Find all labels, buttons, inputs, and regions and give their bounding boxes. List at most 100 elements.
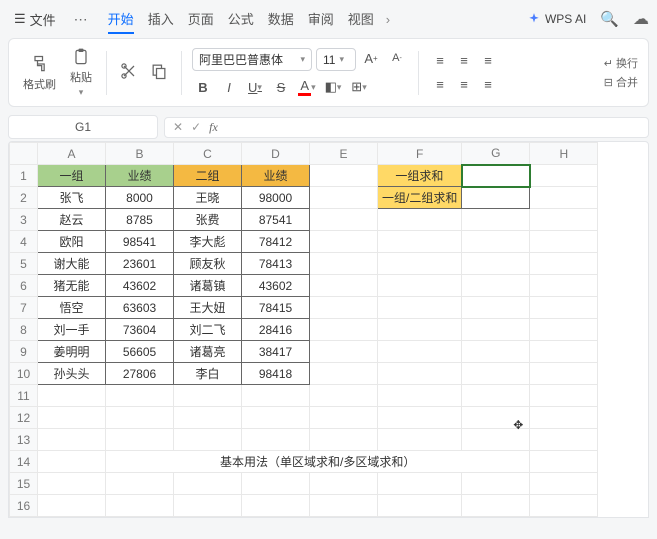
cell[interactable] (378, 253, 462, 275)
cell[interactable]: 二组 (174, 165, 242, 187)
cell[interactable]: 顾友秋 (174, 253, 242, 275)
cell[interactable]: 姜明明 (38, 341, 106, 363)
cell[interactable] (310, 165, 378, 187)
cell[interactable] (530, 231, 598, 253)
tab-review[interactable]: 审阅 (308, 5, 334, 34)
cell[interactable]: 63603 (106, 297, 174, 319)
cell[interactable] (462, 209, 530, 231)
cell[interactable]: 王大妞 (174, 297, 242, 319)
cell[interactable] (174, 429, 242, 451)
decrease-font-button[interactable]: A- (386, 48, 408, 68)
copy-button[interactable] (147, 59, 171, 86)
cell[interactable] (310, 341, 378, 363)
fill-color-button[interactable]: ◧▾ (322, 77, 344, 97)
cell[interactable] (462, 385, 530, 407)
cell[interactable]: 欧阳 (38, 231, 106, 253)
row-header[interactable]: 10 (10, 363, 38, 385)
cell[interactable]: 43602 (242, 275, 310, 297)
row-header[interactable]: 9 (10, 341, 38, 363)
cloud-icon[interactable]: ☁ (633, 9, 649, 29)
confirm-icon[interactable]: ✓ (191, 120, 201, 134)
align-left-button[interactable]: ≡ (429, 75, 451, 95)
cell[interactable] (174, 385, 242, 407)
cell[interactable]: 8785 (106, 209, 174, 231)
cell[interactable]: 李大彪 (174, 231, 242, 253)
font-size-select[interactable]: 11 ▾ (316, 48, 356, 71)
cell[interactable] (530, 363, 598, 385)
cell[interactable]: 98418 (242, 363, 310, 385)
row-header[interactable]: 8 (10, 319, 38, 341)
col-header[interactable]: A (38, 143, 106, 165)
cell[interactable] (242, 407, 310, 429)
cell[interactable] (174, 407, 242, 429)
wps-ai-button[interactable]: WPS AI (527, 12, 586, 26)
file-menu-button[interactable]: ☰ 文件 (8, 8, 62, 31)
cell[interactable] (378, 341, 462, 363)
cell[interactable] (530, 253, 598, 275)
cell[interactable] (174, 473, 242, 495)
cell[interactable] (530, 319, 598, 341)
cell[interactable] (242, 473, 310, 495)
cell[interactable] (530, 451, 598, 473)
align-center-button[interactable]: ≡ (453, 75, 475, 95)
formula-bar[interactable]: ✕ ✓ fx (164, 117, 649, 138)
cell[interactable]: 98541 (106, 231, 174, 253)
cell[interactable] (378, 231, 462, 253)
cell[interactable]: 38417 (242, 341, 310, 363)
cell[interactable] (378, 385, 462, 407)
cell[interactable]: 87541 (242, 209, 310, 231)
cell[interactable]: ✥ (462, 407, 530, 429)
cell[interactable]: 张飞 (38, 187, 106, 209)
cell[interactable] (462, 231, 530, 253)
col-header[interactable]: E (310, 143, 378, 165)
format-painter-button[interactable]: 格式刷 (19, 52, 60, 94)
strikethrough-button[interactable]: S (270, 77, 292, 97)
row-header[interactable]: 16 (10, 495, 38, 517)
cell[interactable] (310, 275, 378, 297)
cell[interactable] (462, 473, 530, 495)
cell[interactable] (310, 187, 378, 209)
font-name-select[interactable]: 阿里巴巴普惠体 ▾ (192, 48, 312, 71)
row-header[interactable]: 11 (10, 385, 38, 407)
cell[interactable] (530, 341, 598, 363)
row-header[interactable]: 12 (10, 407, 38, 429)
col-header[interactable]: H (530, 143, 598, 165)
cell[interactable]: 28416 (242, 319, 310, 341)
cell[interactable] (530, 473, 598, 495)
cell[interactable] (530, 209, 598, 231)
cell[interactable] (462, 275, 530, 297)
cell[interactable] (462, 429, 530, 451)
cell[interactable] (106, 473, 174, 495)
cell[interactable] (310, 253, 378, 275)
cell[interactable] (38, 385, 106, 407)
cell[interactable] (242, 495, 310, 517)
cell[interactable]: 王晓 (174, 187, 242, 209)
cell[interactable] (378, 275, 462, 297)
col-header[interactable]: F (378, 143, 462, 165)
cell[interactable]: 谢大能 (38, 253, 106, 275)
cell[interactable] (38, 473, 106, 495)
cell[interactable] (530, 187, 598, 209)
tab-data[interactable]: 数据 (268, 5, 294, 34)
cell[interactable]: 98000 (242, 187, 310, 209)
cell[interactable]: 8000 (106, 187, 174, 209)
cell[interactable] (378, 297, 462, 319)
merge-cells-button[interactable]: ⊟ 合并 (604, 74, 638, 90)
cell[interactable] (378, 473, 462, 495)
cell[interactable]: 猪无能 (38, 275, 106, 297)
name-box[interactable]: G1 (8, 115, 158, 139)
align-bottom-button[interactable]: ≡ (477, 51, 499, 71)
cell[interactable]: 一组/二组求和 (378, 187, 462, 209)
row-header[interactable]: 7 (10, 297, 38, 319)
cell[interactable]: 一组 (38, 165, 106, 187)
cell[interactable] (38, 495, 106, 517)
cell[interactable]: 李白 (174, 363, 242, 385)
cell[interactable]: 悟空 (38, 297, 106, 319)
cell[interactable]: 78413 (242, 253, 310, 275)
cell[interactable] (310, 385, 378, 407)
cell[interactable]: 赵云 (38, 209, 106, 231)
cell[interactable] (462, 363, 530, 385)
paste-button[interactable]: 粘贴 ▾ (66, 45, 96, 100)
cell[interactable]: 刘一手 (38, 319, 106, 341)
cell[interactable] (310, 429, 378, 451)
